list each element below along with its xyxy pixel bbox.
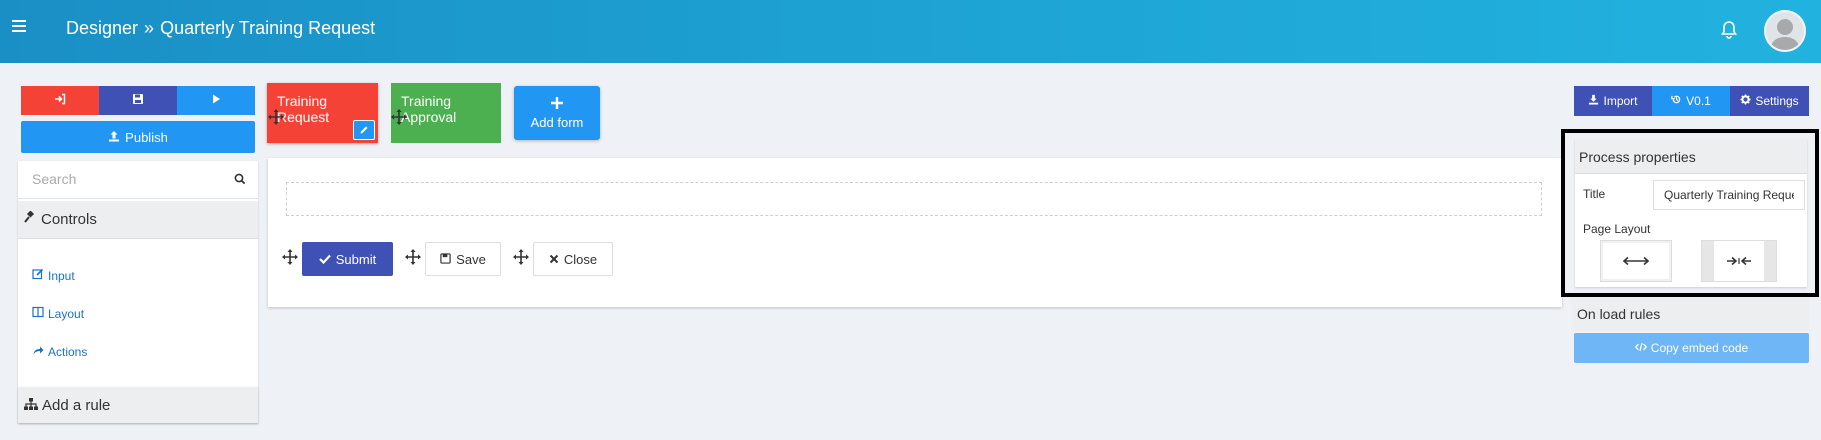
sign-in-icon bbox=[54, 93, 66, 108]
bell-icon[interactable] bbox=[1718, 19, 1740, 41]
play-icon bbox=[210, 93, 222, 108]
move-icon[interactable] bbox=[391, 109, 407, 128]
process-toolbar: Import V0.1 Settings bbox=[1574, 86, 1809, 116]
layout-full-width-button[interactable] bbox=[1600, 240, 1672, 282]
avatar[interactable] bbox=[1764, 10, 1806, 52]
page-title: Quarterly Training Request bbox=[160, 18, 376, 38]
pencil-icon[interactable] bbox=[353, 120, 375, 140]
add-rule-section[interactable]: Add a rule bbox=[18, 387, 258, 423]
title-label: Title bbox=[1583, 187, 1606, 201]
close-label: Close bbox=[563, 251, 598, 267]
share-icon bbox=[32, 344, 44, 359]
floppy-icon bbox=[132, 93, 144, 108]
run-button[interactable] bbox=[177, 86, 255, 115]
move-icon[interactable] bbox=[282, 249, 298, 268]
control-input-label: Input bbox=[48, 268, 75, 283]
edit-icon bbox=[32, 268, 44, 283]
controls-title: Controls bbox=[41, 211, 97, 228]
settings-button[interactable]: Settings bbox=[1730, 86, 1809, 116]
control-input[interactable]: Input bbox=[32, 268, 75, 283]
breadcrumb-app[interactable]: Designer bbox=[66, 18, 138, 39]
top-bar: Designer » Quarterly Training Request bbox=[0, 0, 1821, 63]
add-rule-label: Add a rule bbox=[42, 396, 111, 414]
settings-label: Settings bbox=[1755, 94, 1799, 108]
import-label: Import bbox=[1603, 94, 1638, 108]
highlight-frame: Process properties Title Page Layout bbox=[1561, 129, 1819, 297]
controls-header[interactable]: Controls bbox=[18, 201, 258, 239]
import-button[interactable]: Import bbox=[1574, 86, 1652, 116]
form-tab-label: Training Approval bbox=[401, 93, 457, 125]
copy-embed-code-button[interactable]: Copy embed code bbox=[1574, 333, 1809, 363]
save-process-button[interactable] bbox=[99, 86, 177, 115]
save-label: Save bbox=[456, 251, 486, 267]
add-form-button[interactable]: Add form bbox=[514, 86, 600, 140]
add-form-label: Add form bbox=[530, 114, 584, 130]
drop-zone[interactable] bbox=[286, 182, 1542, 216]
control-search bbox=[18, 161, 258, 199]
control-actions[interactable]: Actions bbox=[32, 344, 87, 359]
floppy-icon bbox=[440, 252, 451, 267]
layout-centered-inner bbox=[1714, 241, 1764, 281]
gear-icon bbox=[1740, 94, 1751, 108]
control-layout[interactable]: Layout bbox=[32, 306, 84, 321]
compress-arrows-icon bbox=[1726, 254, 1752, 269]
close-button[interactable]: Close bbox=[533, 242, 613, 276]
publish-button[interactable]: Publish bbox=[21, 121, 255, 153]
move-icon[interactable] bbox=[268, 109, 284, 128]
search-icon[interactable] bbox=[234, 173, 246, 188]
version-button[interactable]: V0.1 bbox=[1652, 86, 1730, 116]
on-load-rules-header[interactable]: On load rules bbox=[1571, 297, 1809, 331]
controls-panel: Controls Input Layout Actions bbox=[18, 161, 258, 423]
gavel-icon bbox=[24, 210, 37, 228]
breadcrumb-separator: » bbox=[144, 18, 155, 38]
hamburger-menu-icon[interactable] bbox=[12, 20, 26, 32]
submit-button[interactable]: Submit bbox=[302, 242, 393, 276]
save-button[interactable]: Save bbox=[425, 242, 501, 276]
close-icon bbox=[549, 252, 559, 267]
move-icon[interactable] bbox=[405, 249, 421, 268]
expand-arrows-icon bbox=[1622, 254, 1650, 269]
check-icon bbox=[318, 252, 331, 267]
process-properties-title[interactable]: Process properties bbox=[1575, 139, 1807, 174]
form-canvas: Submit Save Close bbox=[268, 158, 1562, 307]
designer-toolbar bbox=[21, 86, 255, 115]
columns-icon bbox=[32, 306, 44, 321]
form-tab-label: Training Request bbox=[277, 93, 330, 125]
search-input[interactable] bbox=[32, 171, 222, 187]
breadcrumb: Designer » Quarterly Training Request bbox=[66, 18, 375, 39]
layout-centered-button[interactable] bbox=[1701, 240, 1777, 282]
version-label: V0.1 bbox=[1686, 94, 1711, 108]
sitemap-icon bbox=[24, 397, 38, 414]
code-icon bbox=[1634, 341, 1647, 355]
plus-icon bbox=[551, 96, 563, 112]
title-field[interactable] bbox=[1653, 180, 1805, 210]
move-icon[interactable] bbox=[513, 249, 529, 268]
upload-icon bbox=[108, 130, 120, 145]
process-properties-panel: Process properties Title Page Layout bbox=[1575, 139, 1807, 287]
page-layout-label: Page Layout bbox=[1583, 222, 1651, 236]
exit-button[interactable] bbox=[21, 86, 99, 115]
control-actions-label: Actions bbox=[48, 344, 88, 359]
copy-embed-label: Copy embed code bbox=[1650, 341, 1749, 355]
form-tab-training-approval[interactable]: Training Approval bbox=[391, 83, 501, 143]
publish-label: Publish bbox=[125, 129, 168, 145]
history-icon bbox=[1671, 94, 1682, 108]
submit-label: Submit bbox=[335, 251, 377, 267]
control-layout-label: Layout bbox=[48, 306, 85, 321]
download-icon bbox=[1588, 94, 1599, 108]
